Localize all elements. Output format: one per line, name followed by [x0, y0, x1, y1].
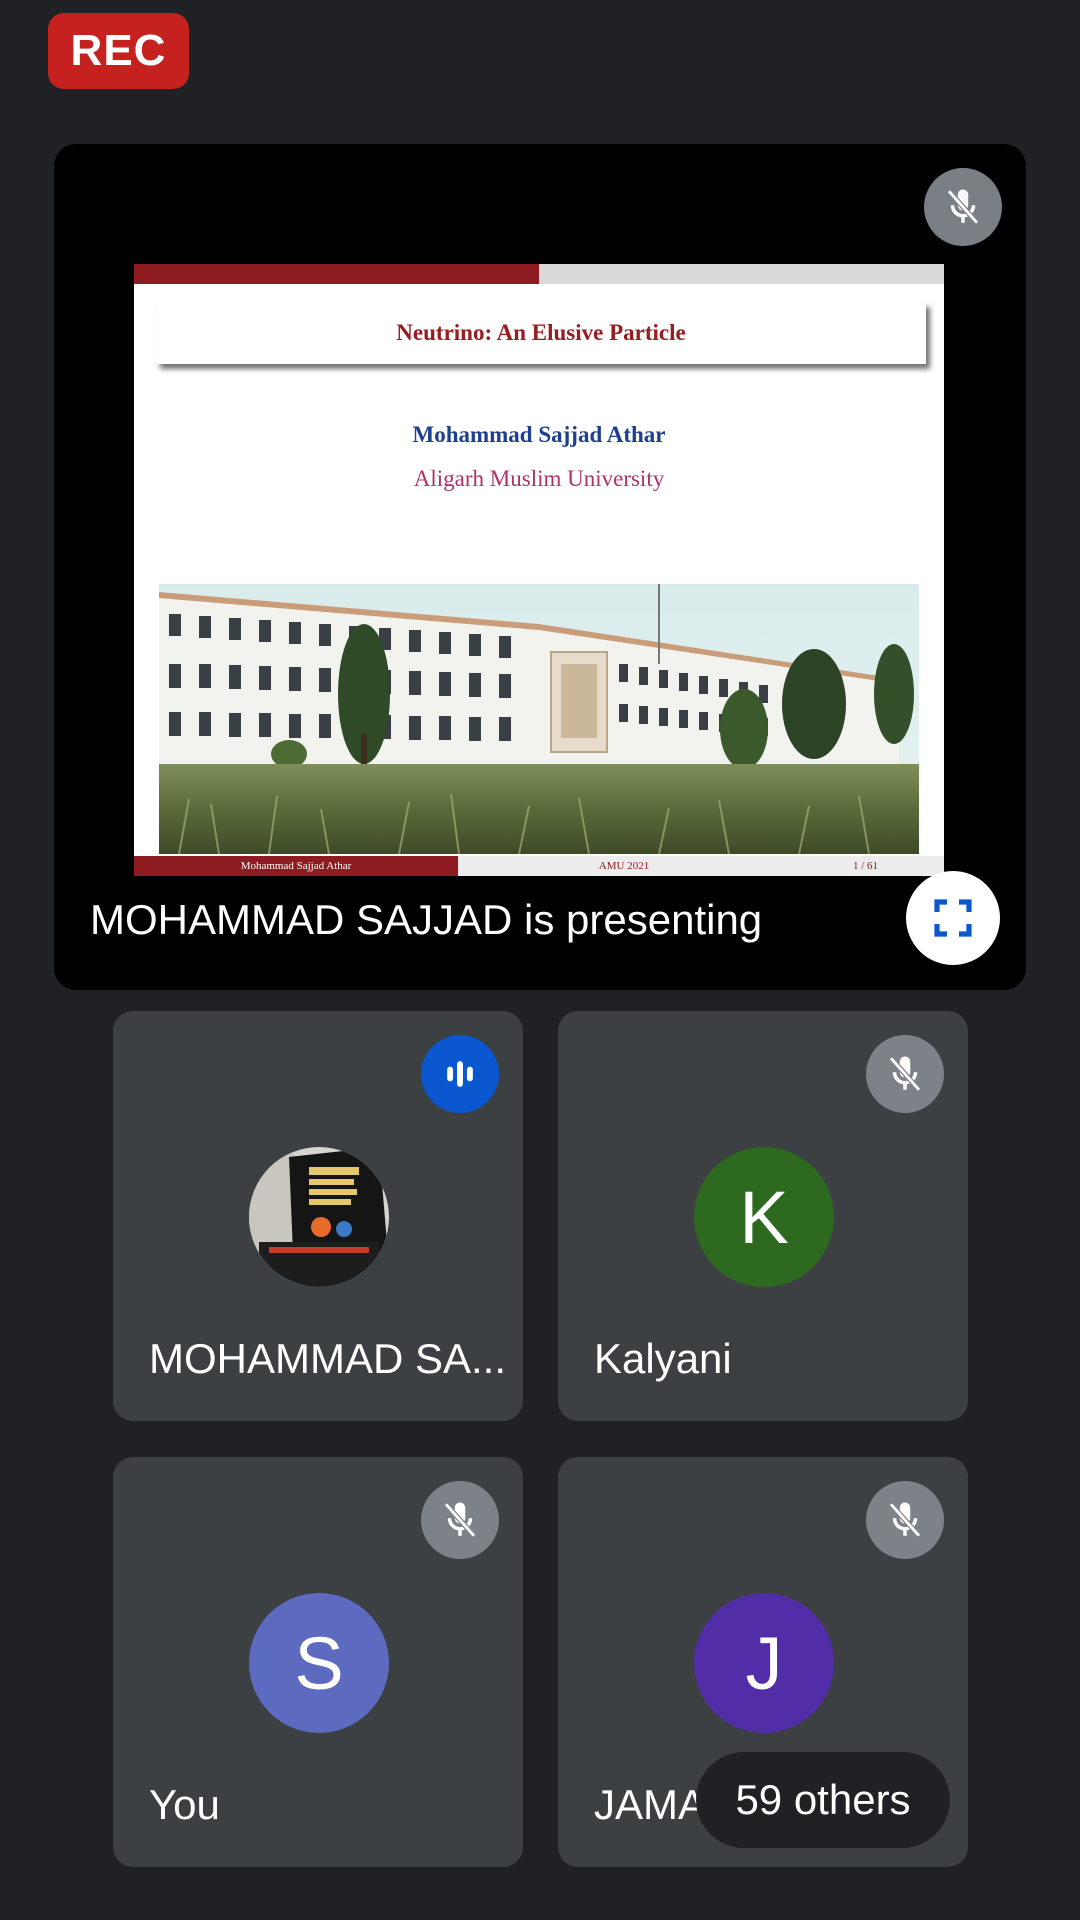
avatar: K	[694, 1147, 834, 1287]
slide-page-number: 1 / 61	[852, 860, 878, 872]
avatar: S	[249, 1593, 389, 1733]
mic-off-icon	[421, 1481, 499, 1559]
participant-tile[interactable]: S You	[113, 1457, 523, 1867]
presentation-stage[interactable]: Neutrino: An Elusive Particle Mohammad S…	[54, 144, 1026, 990]
slide-author: Mohammad Sajjad Athar	[412, 422, 666, 447]
others-participants-button[interactable]: 59 others	[696, 1752, 950, 1848]
speaking-indicator	[421, 1035, 499, 1113]
slide-progress-fill	[134, 264, 539, 284]
shared-slide: Neutrino: An Elusive Particle Mohammad S…	[134, 264, 944, 876]
book-cover-avatar	[249, 1147, 389, 1287]
fullscreen-icon	[934, 899, 972, 937]
slide-footer-event: AMU 2021	[598, 860, 650, 872]
slide-footer: Mohammad Sajjad Athar AMU 2021 1 / 61	[134, 856, 944, 876]
participant-name: Kalyani	[594, 1335, 732, 1382]
slide-institution: Aligarh Muslim University	[413, 466, 665, 491]
avatar-initial: K	[739, 1175, 789, 1259]
slide-footer-info: AMU 2021 1 / 61	[458, 856, 944, 876]
participant-name: MOHAMMAD SA...	[149, 1335, 507, 1382]
slide-progress-bar	[134, 264, 944, 284]
avatar-initial: J	[745, 1621, 783, 1705]
avatar: J	[694, 1593, 834, 1733]
participant-tile[interactable]: MOHAMMAD SA...	[113, 1011, 523, 1421]
meet-call-screen: REC Neutrino: An Elusive Particle Mohamm…	[0, 0, 1080, 1920]
avatar-initial: S	[294, 1621, 344, 1705]
slide-title: Neutrino: An Elusive Particle	[156, 302, 926, 364]
mic-off-icon	[866, 1035, 944, 1113]
university-building-photo	[159, 584, 919, 854]
participant-name: You	[149, 1781, 220, 1828]
avatar	[249, 1147, 389, 1287]
recording-badge: REC	[48, 13, 189, 89]
speaking-icon	[447, 1061, 473, 1087]
presenting-status: MOHAMMAD SAJJAD is presenting	[90, 896, 763, 943]
participant-tile[interactable]: K Kalyani	[558, 1011, 968, 1421]
mic-off-glyph	[947, 189, 979, 225]
fullscreen-button[interactable]	[906, 871, 1000, 965]
slide-footer-author: Mohammad Sajjad Athar	[134, 856, 458, 876]
mic-off-icon	[924, 168, 1002, 246]
mic-off-icon	[866, 1481, 944, 1559]
